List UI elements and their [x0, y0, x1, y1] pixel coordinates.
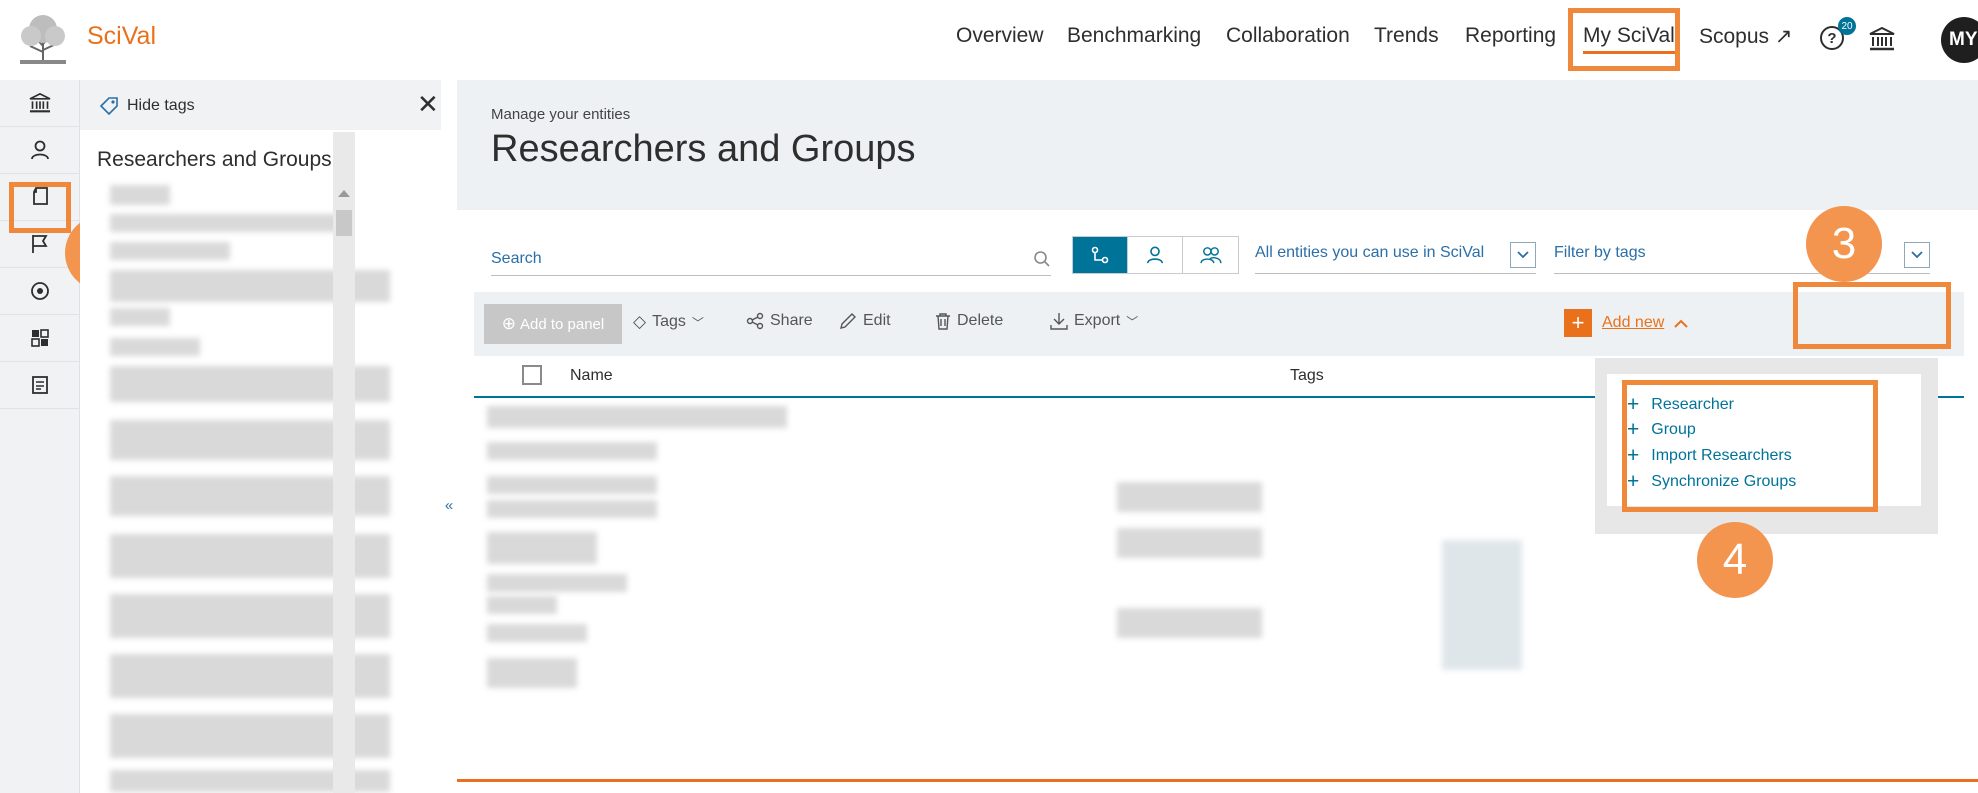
add-new-button[interactable]: + Add new	[1564, 309, 1688, 337]
chevron-down-icon: ﹀	[1126, 314, 1139, 329]
actions-toolbar: ⊕ Add to panel ◇ Tags ﹀ Share Edit Delet…	[474, 292, 1964, 356]
share-label: Share	[770, 312, 813, 329]
edit-label: Edit	[863, 312, 891, 329]
export-label: Export	[1074, 312, 1121, 329]
chevron-up-icon	[1674, 319, 1688, 328]
table-row[interactable]	[487, 624, 587, 642]
share-icon	[746, 312, 764, 330]
help-notification-badge: 20	[1838, 17, 1856, 35]
page-header: Manage your entities Researchers and Gro…	[457, 80, 1978, 210]
tag-icon: ◇	[633, 312, 647, 331]
tag-list: Researchers and Groups	[80, 130, 441, 793]
page-subtitle: Manage your entities	[491, 106, 631, 123]
column-header-tags[interactable]: Tags	[1290, 367, 1324, 385]
annotation-highlight-researchers-rail	[9, 182, 71, 233]
view-groups-button[interactable]	[1183, 237, 1238, 273]
edit-button[interactable]: Edit	[839, 312, 891, 330]
chevron-down-icon[interactable]	[1904, 242, 1930, 268]
annotation-highlight-add-new-menu	[1622, 380, 1878, 512]
tag-panel: Hide tags ✕ Researchers and Groups	[80, 80, 441, 793]
flag-icon	[32, 235, 48, 253]
nav-scopus[interactable]: Scopus ↗	[1699, 24, 1792, 49]
rail-item-institutions[interactable]	[0, 80, 80, 127]
institution-icon[interactable]	[1869, 27, 1895, 51]
trash-icon	[936, 313, 950, 330]
delete-label: Delete	[957, 312, 1004, 329]
nav-overview[interactable]: Overview	[956, 24, 1044, 48]
table-row[interactable]	[487, 574, 627, 592]
dashboard-icon	[31, 329, 49, 347]
search-icon[interactable]	[1033, 250, 1051, 268]
plus-icon: +	[1564, 309, 1592, 337]
elsevier-logo-icon	[14, 12, 72, 66]
export-menu-button[interactable]: Export ﹀	[1050, 312, 1138, 330]
group-icon	[1199, 247, 1222, 264]
select-all-checkbox[interactable]	[522, 365, 542, 385]
search-field	[491, 242, 1051, 276]
report-icon	[32, 376, 48, 394]
top-navigation-bar: SciVal Overview Benchmarking Collaborati…	[0, 0, 1978, 80]
tag-filter-value: Filter by tags	[1554, 244, 1646, 261]
researcher-icon	[31, 140, 49, 160]
view-researchers-button[interactable]	[1128, 237, 1183, 273]
tags-menu-button[interactable]: ◇ Tags ﹀	[633, 312, 704, 332]
chevron-down-icon: ﹀	[691, 315, 704, 330]
view-hierarchy-button[interactable]	[1073, 237, 1128, 273]
add-panel-icon: ⊕	[501, 314, 516, 333]
annotation-step-3: 3	[1806, 206, 1882, 282]
tag-panel-header: Hide tags ✕	[80, 80, 441, 130]
footer-accent-line	[457, 779, 1978, 782]
tag-list-scroll-thumb[interactable]	[336, 210, 352, 236]
table-row[interactable]	[487, 658, 577, 688]
search-input[interactable]	[491, 246, 1011, 272]
table-row[interactable]	[487, 532, 597, 564]
tags-label: Tags	[652, 313, 686, 330]
app-logo-text[interactable]: SciVal	[87, 22, 156, 51]
rail-item-dashboards[interactable]	[0, 315, 80, 362]
add-to-panel-label: Add to panel	[520, 315, 605, 333]
add-to-panel-button[interactable]: ⊕ Add to panel	[484, 304, 622, 344]
hide-tags-button[interactable]: Hide tags	[127, 97, 195, 115]
hierarchy-icon	[1091, 246, 1109, 264]
nav-collaboration[interactable]: Collaboration	[1226, 24, 1350, 48]
rail-item-reports[interactable]	[0, 362, 80, 409]
annotation-step-4: 4	[1697, 522, 1773, 598]
table-row[interactable]	[487, 406, 787, 428]
tag-icon	[99, 97, 118, 116]
column-header-name[interactable]: Name	[570, 367, 613, 385]
annotation-highlight-add-new	[1793, 282, 1951, 349]
page-title: Researchers and Groups	[491, 128, 916, 170]
topic-icon	[31, 282, 49, 300]
view-toggle-group	[1072, 236, 1239, 274]
rail-item-researchers[interactable]	[0, 127, 80, 174]
table-row[interactable]	[487, 476, 657, 494]
entity-filter-select[interactable]: All entities you can use in SciVal	[1255, 240, 1536, 274]
nav-reporting[interactable]: Reporting	[1465, 24, 1556, 48]
nav-benchmarking[interactable]: Benchmarking	[1067, 24, 1201, 48]
rail-item-topics[interactable]	[0, 268, 80, 315]
download-icon	[1050, 313, 1068, 330]
tag-list-title: Researchers and Groups	[97, 148, 332, 171]
delete-button[interactable]: Delete	[935, 312, 1003, 330]
collapse-panel-icon[interactable]: «	[441, 494, 457, 516]
scroll-up-arrow-icon[interactable]	[338, 190, 350, 197]
share-button[interactable]: Share	[746, 312, 813, 330]
avatar[interactable]: MY	[1941, 17, 1978, 63]
chevron-down-icon[interactable]	[1510, 242, 1536, 268]
close-icon[interactable]: ✕	[417, 91, 439, 117]
annotation-highlight-my-scival	[1568, 8, 1680, 71]
nav-trends[interactable]: Trends	[1374, 24, 1439, 48]
researcher-icon	[1146, 246, 1164, 264]
institution-icon	[29, 93, 51, 113]
pencil-icon	[840, 313, 856, 329]
add-new-label: Add new	[1602, 314, 1665, 331]
entity-filter-value: All entities you can use in SciVal	[1255, 244, 1485, 261]
